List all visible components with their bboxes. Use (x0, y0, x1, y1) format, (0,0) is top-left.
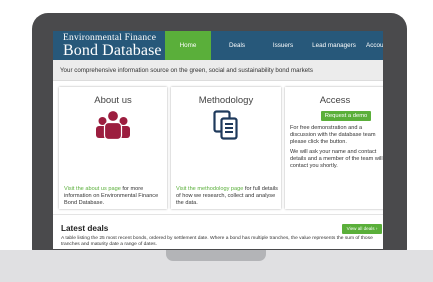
access-card: Access Request a demo For free demonstra… (285, 87, 383, 209)
methodology-card: Methodology Visit the methodology page f… (171, 87, 281, 209)
about-card: About us Visit the about us page for mor… (59, 87, 167, 209)
about-link[interactable]: Visit the about us page (64, 186, 121, 192)
access-text-2: We will ask your name and contact detail… (290, 149, 383, 170)
request-demo-button[interactable]: Request a demo (321, 111, 371, 121)
tagline: Your comprehensive information source on… (60, 67, 313, 74)
access-title: Access (319, 95, 351, 106)
users-group-icon (96, 110, 130, 140)
nav-home[interactable]: Home (165, 31, 211, 60)
latest-deals-title: Latest deals (61, 224, 109, 233)
access-text-1: For free demonstration and a discussion … (290, 125, 376, 146)
browser-screen: Environmental Finance Bond Database Home… (53, 31, 383, 249)
methodology-text: Visit the methodology page for full deta… (176, 186, 280, 208)
nav-account[interactable]: Account ≡ (366, 31, 383, 60)
documents-icon (213, 110, 238, 140)
nav-lead-managers[interactable]: Lead managers (310, 31, 358, 60)
logo-line2[interactable]: Bond Database (63, 42, 162, 60)
view-all-deals-button[interactable]: View all deals › (342, 224, 382, 234)
latest-deals-section: Latest deals View all deals › A table li… (53, 214, 383, 249)
methodology-title: Methodology (198, 95, 254, 106)
laptop-base-notch (166, 250, 266, 261)
nav-issuers[interactable]: Issuers (269, 31, 297, 60)
methodology-link[interactable]: Visit the methodology page (176, 186, 243, 192)
about-title: About us (94, 95, 132, 106)
site-header: Environmental Finance Bond Database Home… (53, 31, 383, 60)
about-text: Visit the about us page for more informa… (64, 186, 166, 208)
nav-deals[interactable]: Deals (225, 31, 249, 60)
latest-deals-description: A table listing the 25 most recent bonds… (61, 236, 373, 248)
